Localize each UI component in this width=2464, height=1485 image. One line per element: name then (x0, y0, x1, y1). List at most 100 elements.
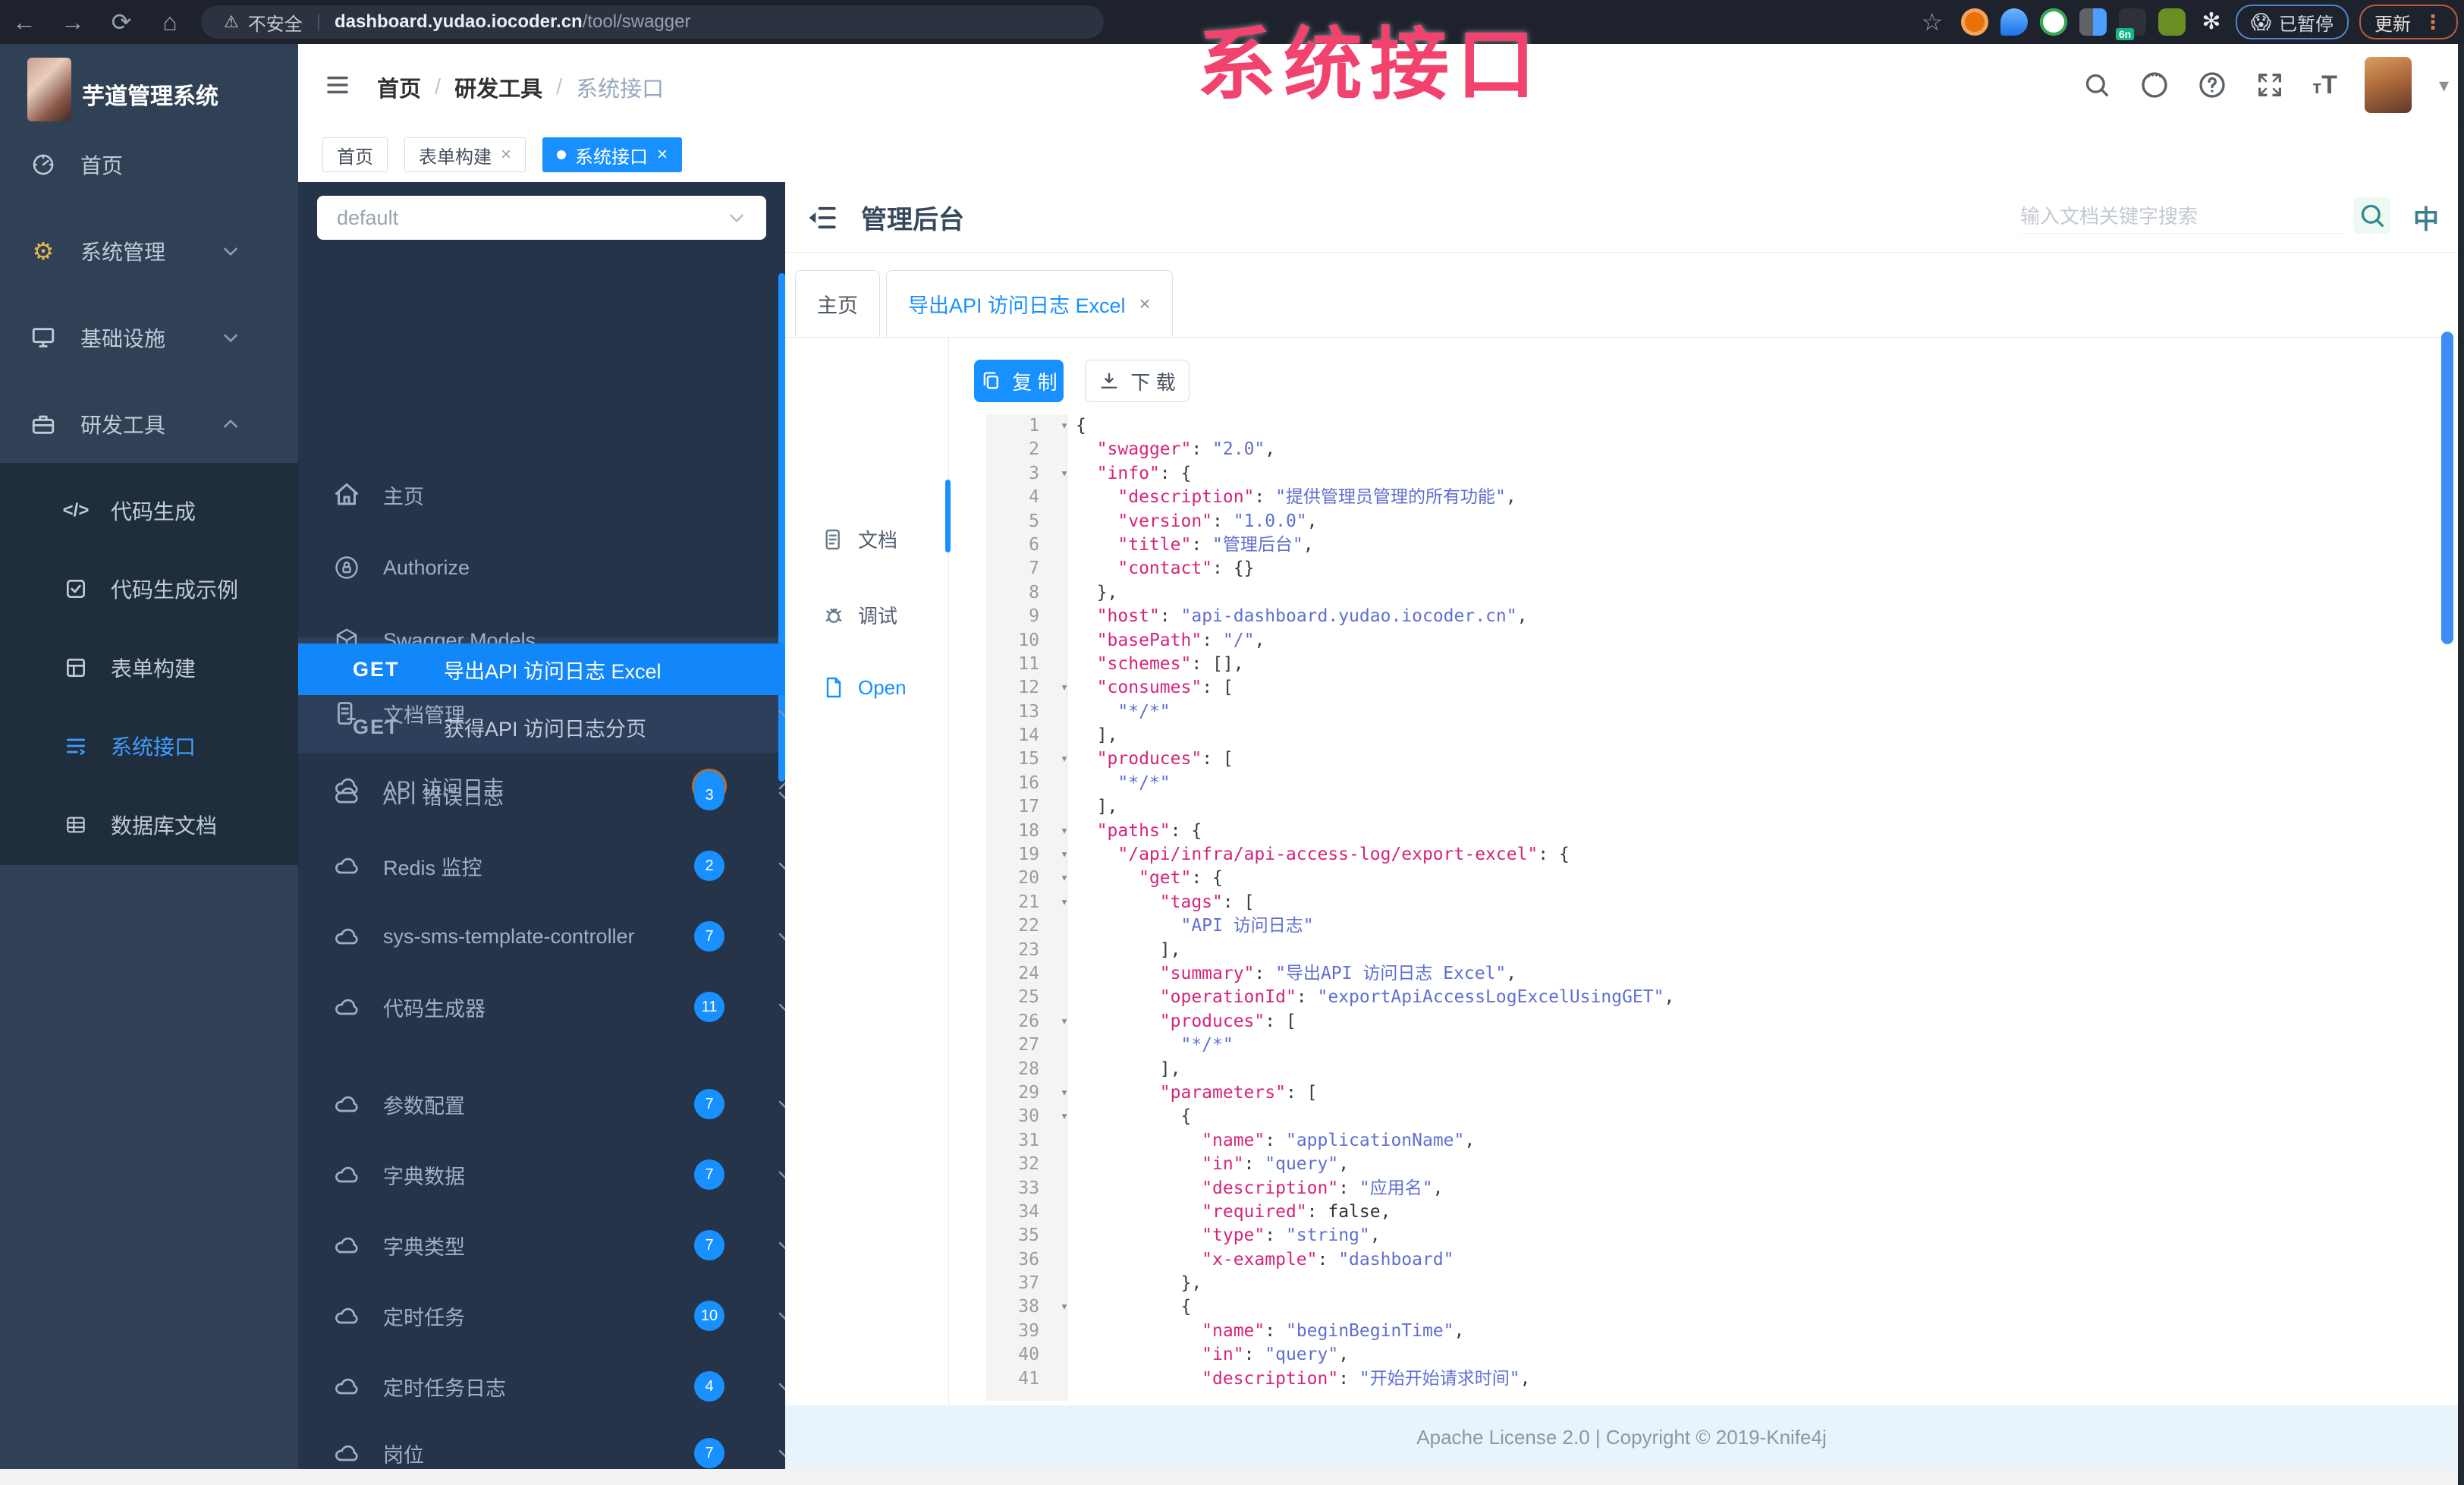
content-tab-1[interactable]: 导出API 访问日志 Excel × (886, 270, 1173, 337)
code-line: 37 }, (986, 1272, 2450, 1295)
breadcrumb-home[interactable]: 首页 (377, 71, 421, 103)
avatar[interactable] (2364, 57, 2412, 113)
count-badge: 7 (694, 1089, 724, 1119)
tag-0[interactable]: 首页 (322, 137, 388, 172)
cloud-icon (333, 852, 360, 879)
code-line: 21 ▾ "tags": [ (986, 891, 2450, 914)
content-tab-0[interactable]: 主页 (795, 270, 880, 337)
sidebar-item-1[interactable]: ⚙ 系统管理 (0, 221, 298, 282)
sidebar-item-home[interactable]: 首页 (0, 134, 298, 195)
paused-button[interactable]: 😱 已暂停 (2235, 5, 2349, 39)
logo-row[interactable]: 芋道管理系统 (0, 44, 298, 135)
line-number: 29 (1018, 1082, 1039, 1103)
sidebar-subitem-2[interactable]: 表单构建 (0, 637, 298, 698)
font-size-icon[interactable]: тT (2312, 71, 2337, 100)
code-text: "description": "开始开始请求时间", (1202, 1368, 1531, 1389)
strip-item-文档[interactable]: 文档 (822, 525, 897, 553)
copy-button[interactable]: 复 制 (974, 360, 1064, 402)
fold-icon[interactable]: ▾ (1053, 676, 1076, 700)
fold-icon[interactable]: ▾ (1053, 1295, 1076, 1319)
sidebar-item-3[interactable]: 研发工具 (0, 394, 298, 455)
swagger-group-4[interactable]: 参数配置 7 (298, 1074, 785, 1134)
fold-icon[interactable]: ▾ (1053, 867, 1076, 890)
tag-2[interactable]: 系统接口 × (542, 137, 683, 172)
tab-close-icon[interactable]: × (1139, 292, 1151, 316)
swagger-group-label: 岗位 (383, 1443, 424, 1467)
home-icon[interactable]: ⌂ (146, 8, 194, 36)
swagger-group-0[interactable]: API 错误日志 3 (298, 765, 785, 826)
swagger-group-8[interactable]: 定时任务日志 4 (298, 1356, 785, 1417)
fold-icon[interactable]: ▾ (1053, 462, 1076, 486)
fold-icon[interactable]: ▾ (1053, 1010, 1076, 1034)
code-line: 32 "in": "query", (986, 1153, 2450, 1176)
reload-icon[interactable]: ⟳ (97, 8, 146, 36)
drop-blue-extension-icon[interactable] (2000, 8, 2028, 36)
sidebar-subitem-1[interactable]: 代码生成示例 (0, 558, 298, 619)
http-method: GET (353, 715, 400, 738)
operation-row-0[interactable]: GET 导出API 访问日志 Excel (298, 643, 785, 695)
swagger-group-3[interactable]: 代码生成器 11 (298, 977, 785, 1037)
code-icon: </> (62, 500, 90, 521)
swagger-item-1[interactable]: Authorize (298, 537, 785, 598)
tag-close-icon[interactable]: × (657, 144, 668, 165)
address-bar[interactable]: ⚠ 不安全 | dashboard.yudao.iocoder.cn/tool/… (201, 5, 1104, 39)
puzzle-orange-extension-icon[interactable] (1960, 8, 1988, 36)
fold-icon[interactable]: ▾ (1053, 1081, 1076, 1105)
swagger-item-0[interactable]: 主页 (298, 464, 785, 525)
sidebar-subitem-4[interactable]: 数据库文档 (0, 794, 298, 855)
paw-white-extension-icon[interactable]: ✻ (2198, 8, 2225, 36)
fold-icon[interactable]: ▾ (1053, 820, 1076, 843)
fold-icon[interactable]: ▾ (1053, 843, 1076, 867)
bookmark-star-icon[interactable]: ☆ (1914, 8, 1950, 36)
back-icon[interactable]: ← (0, 8, 49, 36)
forward-icon[interactable]: → (49, 8, 97, 36)
swagger-group-5[interactable]: 字典数据 7 (298, 1144, 785, 1205)
doc-search-input[interactable] (2020, 200, 2346, 234)
docpage-icon (822, 527, 846, 552)
swagger-group-9[interactable]: 岗位 7 (298, 1423, 785, 1469)
search-icon[interactable] (2082, 70, 2112, 100)
tag-close-icon[interactable]: × (501, 144, 511, 165)
sidebar-subitem-3[interactable]: 系统接口 (0, 716, 298, 776)
fullscreen-icon[interactable] (2255, 70, 2285, 100)
strip-item-调试[interactable]: 调试 (822, 601, 897, 629)
dark-extension-icon[interactable]: 6n (2115, 8, 2146, 40)
paused-emoji-icon: 😱 (2250, 10, 2271, 33)
app-sidebar: 芋道管理系统 首页 ⚙ 系统管理基础设施研发工具 </> 代码生成 代码生成示例 表单构建系… (0, 44, 298, 1469)
shield-green-extension-icon[interactable] (2039, 8, 2067, 36)
security-label[interactable]: 不安全 (248, 9, 303, 36)
doc-search-icon[interactable] (2354, 197, 2390, 234)
main-scrollbar[interactable] (2441, 332, 2453, 644)
download-button[interactable]: 下 载 (1085, 360, 1190, 402)
fold-icon[interactable]: ▾ (1053, 1105, 1076, 1128)
monkey-green-extension-icon[interactable] (2158, 8, 2186, 36)
code-text: "required": false, (1202, 1201, 1391, 1222)
swagger-group-6[interactable]: 字典类型 7 (298, 1215, 785, 1276)
fold-icon[interactable]: ▾ (1053, 891, 1076, 914)
browser-menu-icon[interactable]: ⋮ (2423, 11, 2443, 34)
sidebar-item-label: 首页 (80, 154, 124, 178)
swagger-group-1[interactable]: Redis 监控 2 (298, 835, 785, 896)
tag-1[interactable]: 表单构建 × (404, 137, 526, 172)
github-icon[interactable] (2139, 70, 2170, 100)
code-editor[interactable]: 1 ▾{2 "swagger": "2.0", 3 ▾ "info": {4 "des… (986, 414, 2450, 1401)
line-number: 17 (1018, 797, 1039, 817)
fold-icon[interactable]: ▾ (1053, 414, 1076, 438)
operation-row-1[interactable]: GET 获得API 访问日志分页 (298, 701, 785, 753)
sidebar-item-2[interactable]: 基础设施 (0, 307, 298, 368)
hamburger-icon[interactable] (322, 73, 353, 97)
swagger-group-7[interactable]: 定时任务 10 (298, 1285, 785, 1346)
chevron-down-icon[interactable]: ▾ (2439, 74, 2449, 97)
grid-blue-extension-icon[interactable] (2079, 8, 2107, 36)
language-icon[interactable]: 中 (2413, 199, 2439, 236)
sidebar-subitem-0[interactable]: </> 代码生成 (0, 480, 298, 541)
help-icon[interactable] (2197, 70, 2227, 100)
fold-icon[interactable]: ▾ (1053, 747, 1076, 771)
breadcrumb-tool[interactable]: 研发工具 (454, 71, 542, 103)
update-button[interactable]: 更新 ⋮ (2359, 5, 2458, 39)
group-select[interactable]: default (317, 196, 766, 240)
swagger-group-2[interactable]: sys-sms-template-controller 7 (298, 906, 785, 967)
collapse-sidebar-icon[interactable] (806, 202, 838, 234)
strip-item-open[interactable]: Open (822, 675, 907, 700)
